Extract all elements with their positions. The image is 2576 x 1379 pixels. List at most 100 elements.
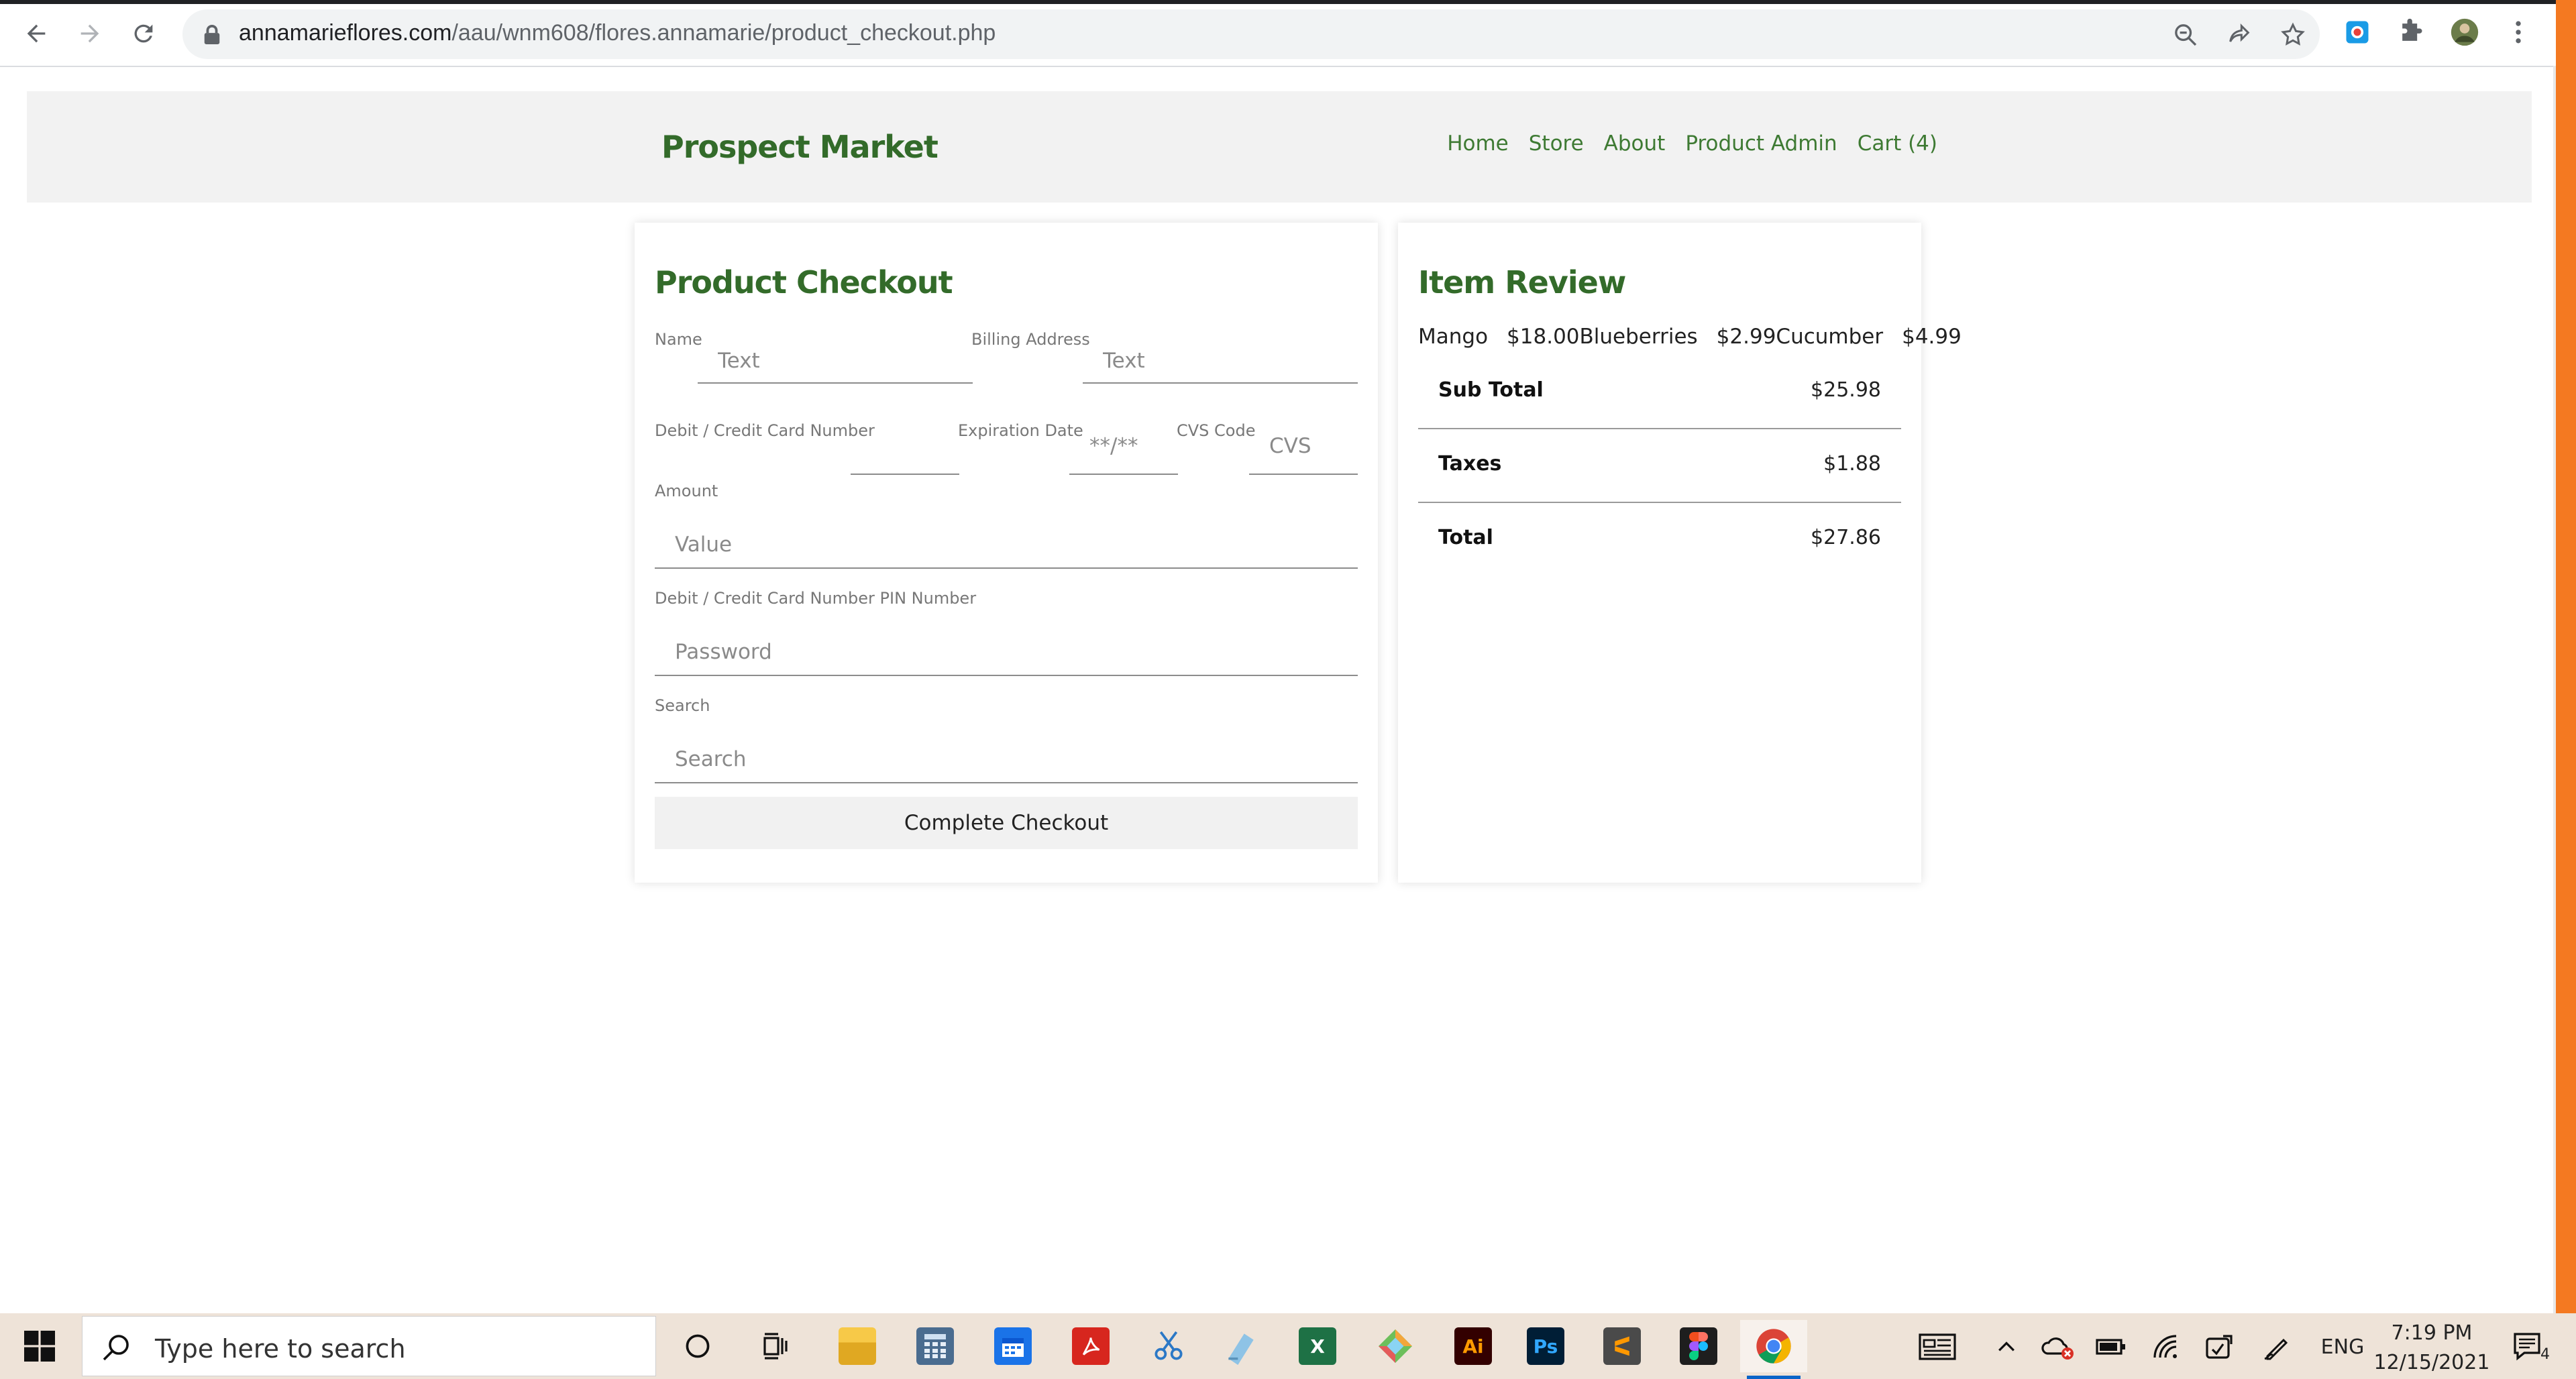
amount-label: Amount [655,482,718,500]
card-number-label: Debit / Credit Card Number [655,421,875,440]
browser-toolbar: annamarieflores.com/aau/wnm608/flores.an… [0,0,2576,67]
news-widget-icon[interactable] [1916,1332,1959,1362]
taxes-row: Taxes $1.88 [1418,428,1901,503]
zoom-icon[interactable] [2172,21,2199,48]
figma-icon[interactable] [1665,1320,1732,1372]
taxes-value: $1.88 [1823,452,1881,476]
pen-icon[interactable] [2257,1332,2297,1362]
name-label: Name [655,330,702,349]
item-name: Mango [1418,325,1489,349]
item-price: $2.99 [1716,325,1776,349]
amount-field[interactable] [655,522,1358,569]
total-row: Total $27.86 [1418,502,1901,575]
language-indicator[interactable]: ENG [2316,1332,2369,1362]
total-value: $27.86 [1811,526,1881,549]
checkout-card: Product Checkout Name Billing Address De… [635,223,1378,883]
item-list: Mango $18.00 Blueberries $2.99 Cucumber … [1418,325,1962,349]
sublime-icon[interactable] [1589,1320,1656,1372]
name-field[interactable] [698,339,973,384]
illustrator-icon[interactable]: Ai [1440,1320,1507,1372]
billing-address-field[interactable] [1083,339,1358,384]
back-arrow-icon [27,24,46,43]
cvs-code-label: CVS Code [1177,421,1256,440]
search-icon [103,1335,129,1361]
billing-address-label: Billing Address [971,330,1090,349]
chrome-icon[interactable] [1740,1320,1807,1379]
url-text: annamarieflores.com/aau/wnm608/flores.an… [239,20,996,46]
calendar-icon[interactable] [979,1320,1046,1372]
forward-arrow-icon [80,24,99,43]
subtotal-row: Sub Total $25.98 [1418,354,1901,429]
site-header: Prospect Market Home Store About Product… [27,91,2532,203]
total-label: Total [1438,526,1493,549]
onedrive-error-icon[interactable] [2039,1332,2077,1362]
subtotal-value: $25.98 [1811,378,1881,402]
calculator-icon[interactable] [902,1320,969,1372]
taxes-label: Taxes [1438,452,1502,476]
bookmark-star-icon[interactable] [2279,21,2306,48]
battery-icon[interactable] [2093,1332,2131,1362]
search-label: Search [655,696,710,715]
forward-button[interactable] [67,11,113,56]
item-name: Cucumber [1776,325,1884,349]
windows-logo-icon [24,1331,55,1362]
search-field[interactable] [655,736,1358,783]
address-bar[interactable]: annamarieflores.com/aau/wnm608/flores.an… [182,9,2320,59]
site-brand[interactable]: Prospect Market [661,129,938,165]
nav-product-admin[interactable]: Product Admin [1685,131,1837,156]
item-review-card: Item Review Mango $18.00 Blueberries $2.… [1398,223,1962,883]
notification-center-icon[interactable]: 4 [2508,1332,2555,1363]
pin-label: Debit / Credit Card Number PIN Number [655,589,977,608]
review-title: Item Review [1418,264,1626,300]
windows-taskbar: Type here to search X Ai Ps ENG 7:19 PM … [0,1313,2576,1379]
expiration-date-label: Expiration Date [958,421,1083,440]
task-view-icon[interactable] [743,1320,810,1372]
excel-icon[interactable]: X [1284,1320,1351,1372]
share-icon[interactable] [2226,21,2253,48]
profile-avatar[interactable] [2449,16,2481,48]
subtotal-label: Sub Total [1438,378,1544,402]
expiration-date-field[interactable] [1069,419,1178,475]
taskbar-search-box[interactable]: Type here to search [82,1316,656,1376]
chevron-up-icon[interactable] [1990,1332,2023,1362]
file-explorer-icon[interactable] [824,1320,891,1372]
start-button[interactable] [0,1313,79,1379]
notification-count-badge: 4 [2540,1345,2550,1363]
notepad-icon[interactable] [1208,1320,1275,1372]
git-icon[interactable] [1362,1320,1429,1372]
photoshop-icon[interactable]: Ps [1512,1320,1579,1372]
pin-password-field[interactable] [655,629,1358,676]
clock-time: 7:19 PM [2391,1321,2473,1345]
lock-icon [204,24,220,44]
cvs-code-field[interactable] [1249,419,1358,475]
tab-strip [0,0,2576,4]
item-name: Blueberries [1579,325,1698,349]
cortana-icon[interactable] [664,1320,731,1372]
snip-icon[interactable] [1135,1320,1202,1372]
acrobat-icon[interactable] [1057,1320,1124,1372]
url-path: /aau/wnm608/flores.annamarie/product_che… [451,20,996,46]
device-icon[interactable] [2200,1332,2238,1362]
item-price: $18.00 [1507,325,1580,349]
clock-date: 12/15/2021 [2373,1351,2490,1374]
url-host: annamarieflores.com [239,20,452,46]
back-button[interactable] [13,11,59,56]
reload-icon [134,24,153,43]
item-price: $4.99 [1902,325,1962,349]
extension-icon[interactable] [2341,16,2373,48]
nav-about[interactable]: About [1604,131,1666,156]
browser-menu-icon[interactable] [2502,16,2534,48]
nav-store[interactable]: Store [1529,131,1584,156]
checkout-title: Product Checkout [655,264,953,300]
taskbar-search-placeholder: Type here to search [155,1334,406,1364]
system-clock[interactable]: 7:19 PM 12/15/2021 [2368,1319,2496,1378]
site-nav: Home Store About Product Admin Cart (4) [1447,131,1937,156]
wifi-icon[interactable] [2148,1332,2186,1362]
complete-checkout-button[interactable]: Complete Checkout [655,797,1358,849]
side-accent-strip [2556,0,2576,1313]
reload-button[interactable] [121,11,166,56]
nav-cart[interactable]: Cart (4) [1858,131,1937,156]
extensions-puzzle-icon[interactable] [2395,16,2427,48]
card-number-field[interactable] [851,419,959,475]
nav-home[interactable]: Home [1447,131,1509,156]
